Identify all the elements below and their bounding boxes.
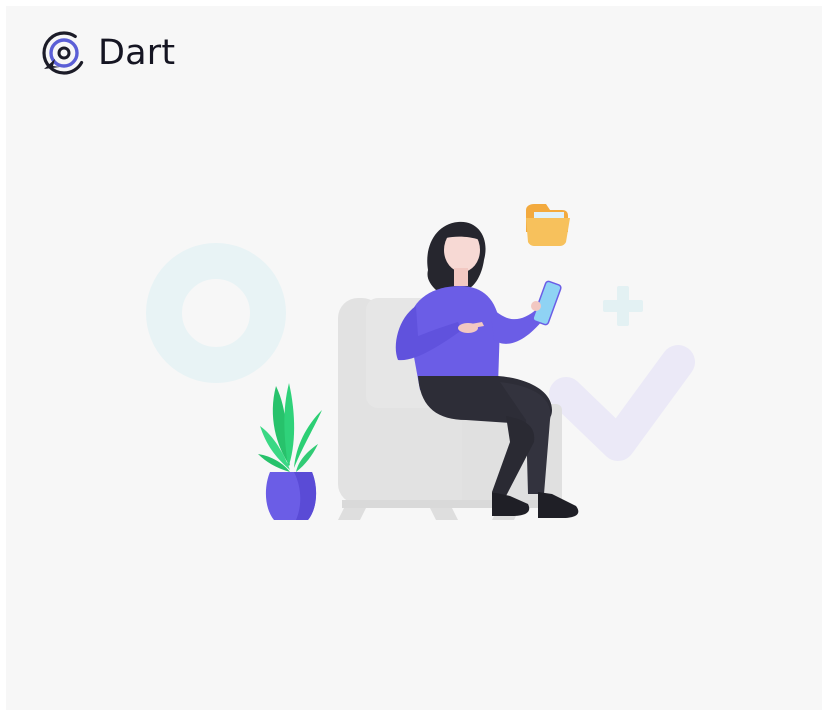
decorative-check-shape bbox=[549, 345, 695, 461]
decorative-ring-shape bbox=[146, 243, 286, 383]
folder-icon bbox=[526, 204, 570, 246]
decorative-plus-shape bbox=[603, 286, 643, 326]
splash-screen: Dart bbox=[6, 6, 822, 710]
woman-on-armchair-illustration bbox=[146, 204, 695, 520]
potted-plant-shape bbox=[258, 383, 322, 520]
